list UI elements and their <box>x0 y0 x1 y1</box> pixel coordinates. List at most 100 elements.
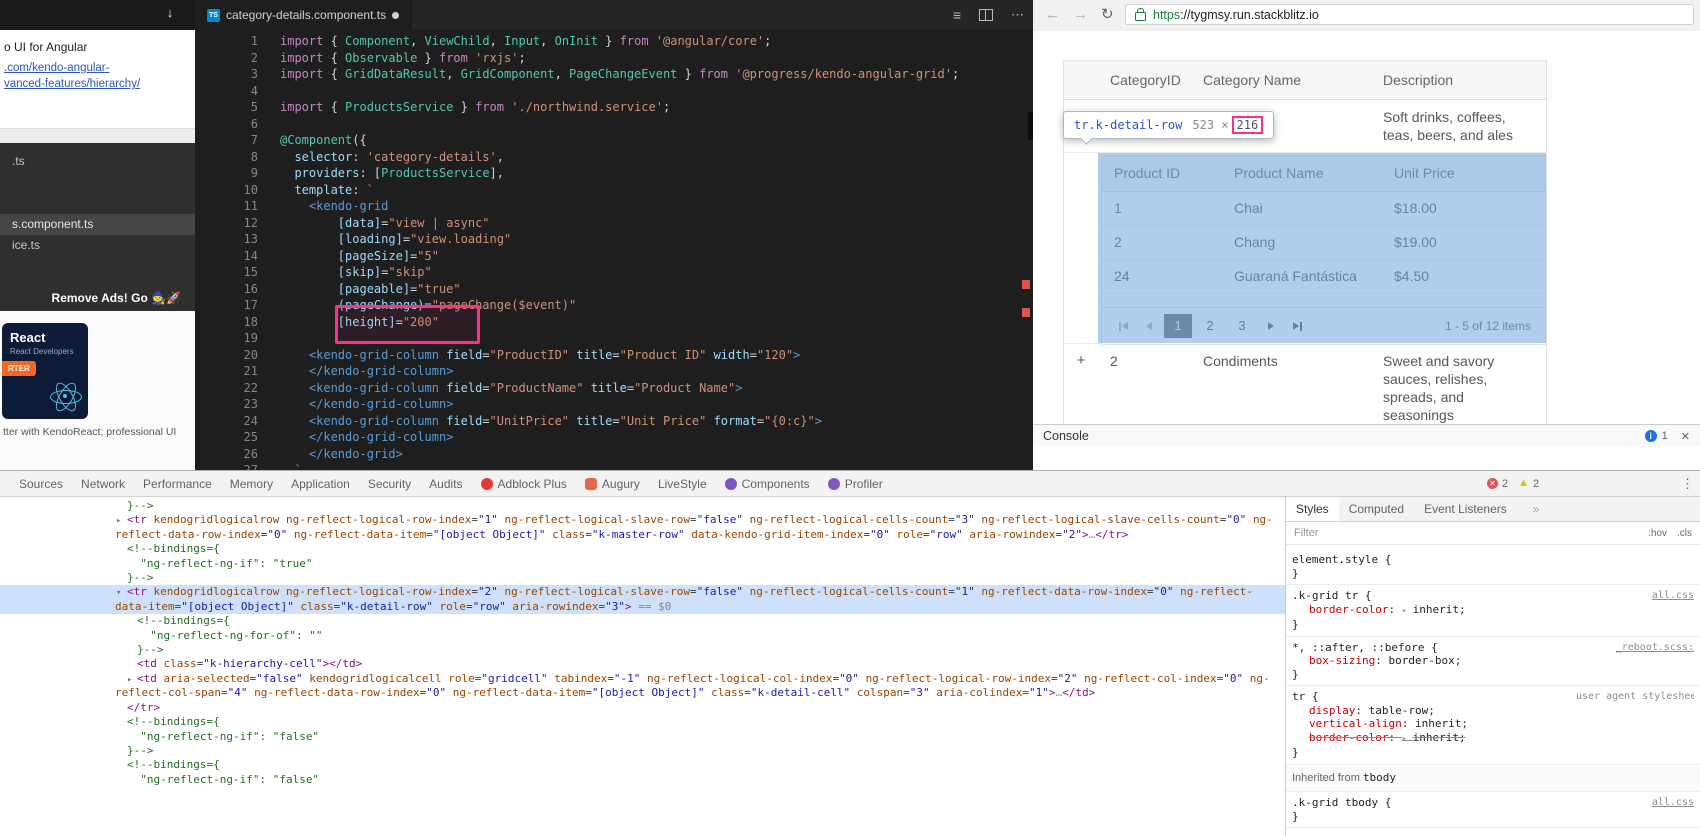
toggle-classes-button[interactable]: .cls <box>1677 528 1692 539</box>
code-line[interactable]: 6 <box>195 116 1033 133</box>
ad-banner[interactable]: React React Developers RTER <box>2 323 88 419</box>
more-actions-icon[interactable]: ⋯ <box>1011 7 1025 23</box>
tab-event-listeners[interactable]: Event Listeners <box>1414 497 1517 521</box>
elements-tree-line[interactable]: <!--bindings={ <box>0 542 1285 556</box>
elements-tree-line[interactable]: }--> <box>0 499 1285 513</box>
download-project-icon[interactable]: ↓ <box>163 6 177 22</box>
expand-longhand-icon[interactable]: ▸ <box>1402 734 1413 744</box>
code-line[interactable]: 19 <box>195 330 1033 347</box>
expand-longhand-icon[interactable]: ▸ <box>1402 606 1413 616</box>
devtools-tab-adblock-plus[interactable]: Adblock Plus <box>472 471 576 497</box>
pager-page-button[interactable]: 3 <box>1228 314 1256 338</box>
elements-tree-line[interactable]: }--> <box>0 643 1285 657</box>
stylesheet-source-link[interactable]: _reboot.scss: <box>1616 641 1694 655</box>
info-icon[interactable]: i <box>1644 430 1657 442</box>
pager-page-button[interactable]: 2 <box>1196 314 1224 338</box>
code-line[interactable]: 17 (pageChange)="pageChange($event)" <box>195 297 1033 314</box>
rule-selector[interactable]: user agent stylesheet tr { <box>1292 690 1694 704</box>
stylesheet-source-link[interactable]: all.css <box>1652 796 1694 810</box>
rule-selector[interactable]: all.css .k-grid tbody { <box>1292 796 1694 810</box>
code-line[interactable]: 8 selector: 'category-details', <box>195 149 1033 166</box>
pager-page-button[interactable]: 1 <box>1164 314 1192 338</box>
category-row[interactable]: +2 Condiments Sweet and savory sauces, rel… <box>1064 344 1546 433</box>
toggle-hover-state-button[interactable]: :hov <box>1648 528 1667 539</box>
refresh-icon[interactable]: ↻ <box>1101 6 1114 24</box>
tab-computed[interactable]: Computed <box>1339 497 1414 521</box>
detail-grid-row[interactable]: 24 Guaraná Fantástica $4.50 <box>1102 260 1545 294</box>
file-tree-item[interactable]: .ts <box>0 151 195 172</box>
docs-link[interactable]: vanced-features/hierarchy/ <box>4 76 191 92</box>
expand-node-icon[interactable]: ▸ <box>127 673 137 687</box>
devtools-tab-components[interactable]: Components <box>716 471 819 497</box>
elements-tree-line[interactable]: "ng-reflect-ng-if": "false" <box>0 773 1285 787</box>
tab-styles[interactable]: Styles <box>1286 497 1339 521</box>
elements-tree-line[interactable]: "ng-reflect-ng-for-of": "" <box>0 629 1285 643</box>
url-bar[interactable]: https://tygmsy.run.stackblitz.io <box>1125 4 1694 25</box>
code-line[interactable]: 11 <kendo-grid <box>195 198 1033 215</box>
forward-icon[interactable]: → <box>1073 6 1088 24</box>
column-header[interactable]: Category Name <box>1191 61 1371 99</box>
elements-tree-line[interactable]: <!--bindings={ <box>0 758 1285 772</box>
devtools-tab-livestyle[interactable]: LiveStyle <box>649 471 716 497</box>
back-icon[interactable]: ← <box>1045 6 1060 24</box>
more-tabs-icon[interactable]: » <box>1523 497 1550 521</box>
expand-row-icon[interactable]: + <box>1064 344 1098 432</box>
elements-tree-line[interactable]: ▸ <td aria-selected="false" kendogridlogi… <box>0 672 1285 701</box>
css-property[interactable]: vertical-align: inherit; <box>1292 717 1694 731</box>
code-line[interactable]: 10 template: ` <box>195 182 1033 199</box>
devtools-tab-application[interactable]: Application <box>282 471 359 497</box>
editor-tab[interactable]: TS category-details.component.ts <box>195 0 413 30</box>
code-line[interactable]: 1 import { Component, ViewChild, Input, O… <box>195 33 1033 50</box>
remove-ads-link[interactable]: Remove Ads! Go 🧙🚀 <box>0 291 195 305</box>
detail-column-header[interactable]: Product Name <box>1222 156 1382 191</box>
stylesheet-source-link[interactable]: all.css <box>1652 589 1694 603</box>
split-editor-icon[interactable] <box>979 9 993 21</box>
rule-selector[interactable]: element.style { <box>1292 553 1694 567</box>
elements-tree-line[interactable]: }--> <box>0 571 1285 585</box>
docs-link[interactable]: .com/kendo-angular- <box>4 60 191 76</box>
devtools-tab-performance[interactable]: Performance <box>134 471 221 497</box>
collapse-node-icon[interactable]: ▾ <box>116 586 126 600</box>
css-property[interactable]: display: table-row; <box>1292 704 1694 718</box>
code-line[interactable]: 21 </kendo-grid-column> <box>195 363 1033 380</box>
devtools-tab-memory[interactable]: Memory <box>221 471 282 497</box>
elements-tree-line[interactable]: ▾ <tr kendogridlogicalrow ng-reflect-logi… <box>0 585 1285 615</box>
elements-tree-line[interactable]: <!--bindings={ <box>0 715 1285 729</box>
expand-node-icon[interactable]: ▸ <box>116 514 126 528</box>
open-editors-icon[interactable]: ≡ <box>953 8 961 22</box>
devtools-menu-icon[interactable]: ⋮ <box>1681 476 1694 492</box>
inherited-node-name[interactable]: tbody <box>1363 771 1396 784</box>
detail-column-header[interactable]: Unit Price <box>1382 156 1545 191</box>
rule-selector[interactable]: all.css .k-grid tr { <box>1292 589 1694 603</box>
code-line[interactable]: 18 [height]="200" <box>195 314 1033 331</box>
css-property[interactable]: border-color: ▸ inherit; <box>1292 731 1694 747</box>
close-drawer-icon[interactable]: ✕ <box>1681 430 1690 443</box>
elements-tree-line[interactable]: <!--bindings={ <box>0 614 1285 628</box>
code-line[interactable]: 20 <kendo-grid-column field="ProductID" … <box>195 347 1033 364</box>
column-header[interactable]: Description <box>1371 61 1546 99</box>
code-line[interactable]: 3 import { GridDataResult, GridComponent,… <box>195 66 1033 83</box>
detail-column-header[interactable]: Product ID <box>1102 156 1222 191</box>
rule-selector[interactable]: _reboot.scss: *, ::after, ::before { <box>1292 641 1694 655</box>
elements-tree-line[interactable]: "ng-reflect-ng-if": "false" <box>0 730 1285 744</box>
console-drawer-label[interactable]: Console <box>1043 429 1089 443</box>
detail-grid-row[interactable]: 1 Chai $18.00 <box>1102 192 1545 226</box>
code-line[interactable]: 26 </kendo-grid> <box>195 446 1033 463</box>
elements-tree-line[interactable]: ▸ <tr kendogridlogicalrow ng-reflect-logi… <box>0 513 1285 542</box>
column-header[interactable]: CategoryID <box>1098 61 1191 99</box>
devtools-tab-profiler[interactable]: Profiler <box>819 471 892 497</box>
pager-last-button[interactable] <box>1286 314 1308 338</box>
file-tree-item[interactable]: ice.ts <box>0 235 195 256</box>
code-line[interactable]: 12 [data]="view | async" <box>195 215 1033 232</box>
elements-tree-line[interactable]: <td class="k-hierarchy-cell"></td> <box>0 657 1285 671</box>
editor-code-lines[interactable]: 1 import { Component, ViewChild, Input, O… <box>195 30 1033 470</box>
devtools-tab-security[interactable]: Security <box>359 471 420 497</box>
devtools-tab-augury[interactable]: Augury <box>576 471 649 497</box>
code-line[interactable]: 4 <box>195 83 1033 100</box>
elements-tree-line[interactable]: "ng-reflect-ng-if": "true" <box>0 557 1285 571</box>
warning-icon[interactable]: ▲ <box>1518 478 1529 489</box>
code-line[interactable]: 27 ` <box>195 462 1033 470</box>
code-line[interactable]: 13 [loading]="view.loading" <box>195 231 1033 248</box>
error-icon[interactable]: ✕ <box>1487 478 1498 489</box>
code-line[interactable]: 25 </kendo-grid-column> <box>195 429 1033 446</box>
